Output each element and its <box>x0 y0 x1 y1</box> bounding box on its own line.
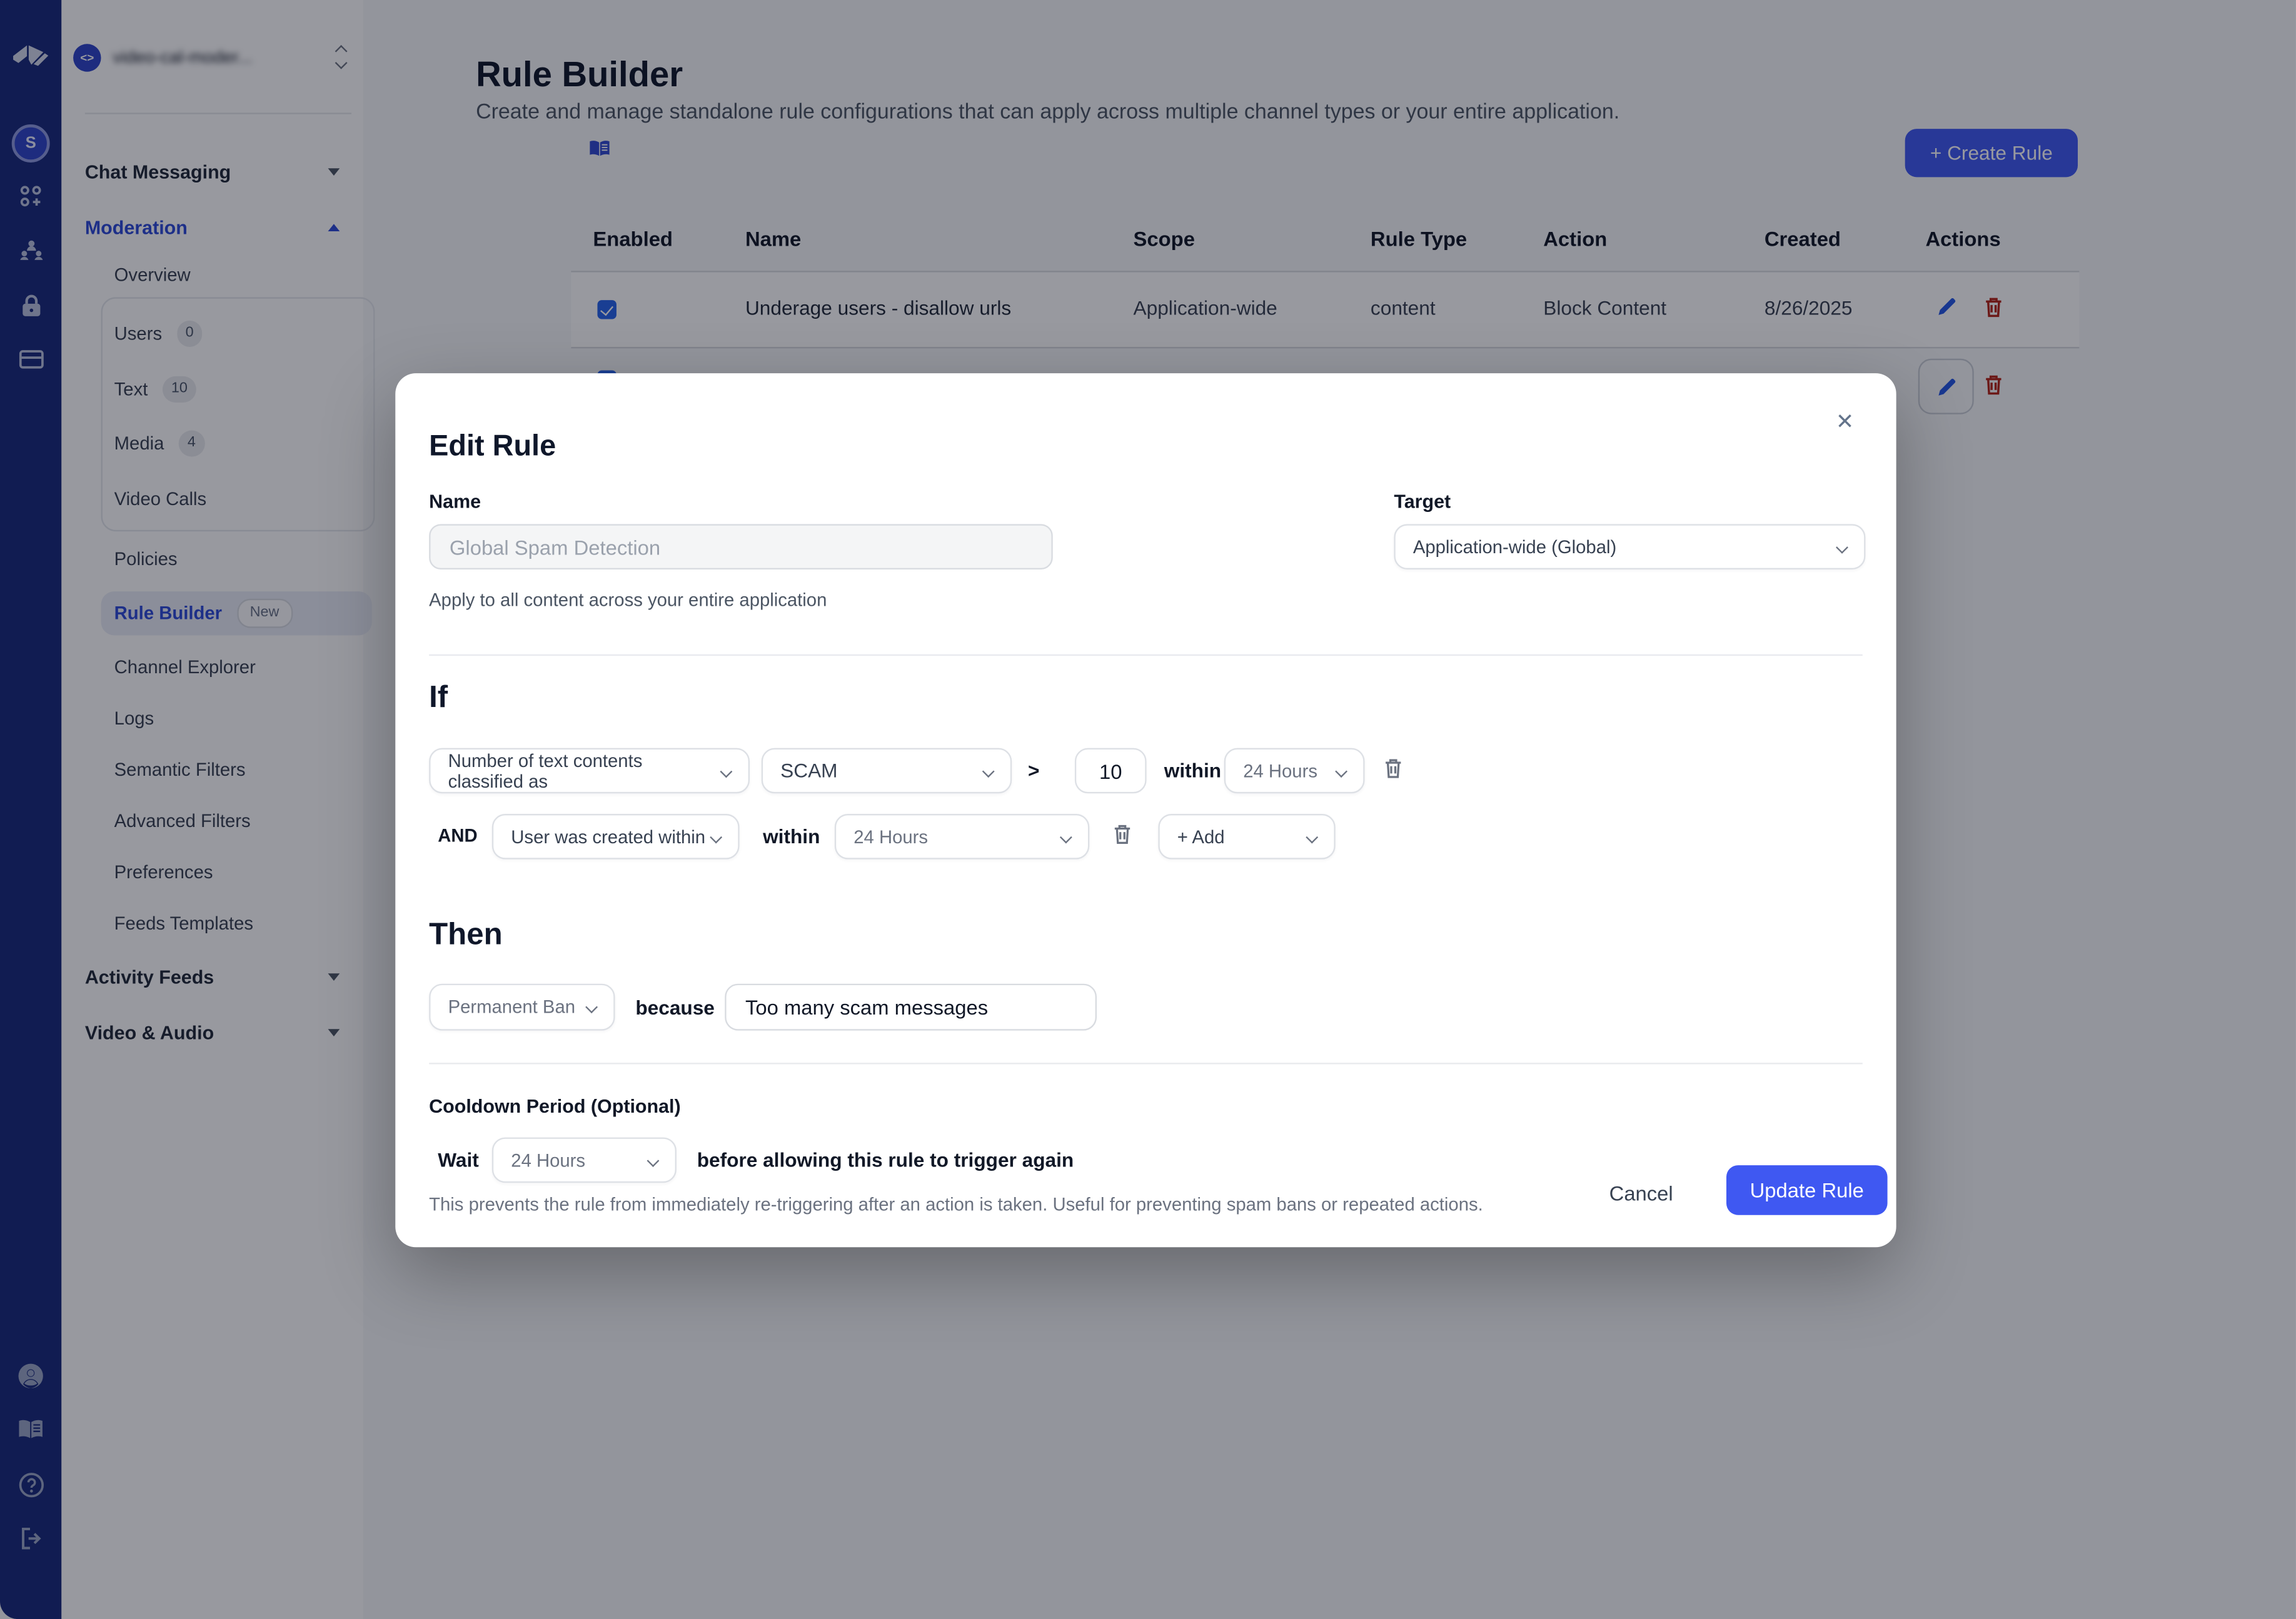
chevron-down-icon <box>647 1154 660 1166</box>
threshold-input[interactable] <box>1075 748 1147 794</box>
name-helper-text: Apply to all content across your entire … <box>429 590 827 611</box>
chevron-down-icon <box>1306 830 1318 843</box>
action-select[interactable]: Permanent Ban <box>429 984 615 1031</box>
remove-condition-icon-2[interactable] <box>1113 824 1132 845</box>
cooldown-label: Cooldown Period (Optional) <box>429 1095 680 1117</box>
remove-condition-icon[interactable] <box>1384 758 1402 779</box>
and-label: AND <box>438 826 477 846</box>
name-label: Name <box>429 491 481 513</box>
modal-divider <box>429 654 1863 656</box>
chevron-down-icon <box>585 1001 598 1013</box>
app-root: S <> video-cal-moder... <box>0 0 2296 1619</box>
edit-rule-modal: Edit Rule ✕ Name Apply to all content ac… <box>395 373 1896 1247</box>
cooldown-window-select[interactable]: 24 Hours <box>492 1138 677 1183</box>
if-heading: If <box>429 681 448 716</box>
chevron-down-icon <box>710 830 722 843</box>
add-condition-select[interactable]: + Add <box>1158 814 1335 860</box>
because-label: because <box>635 997 715 1019</box>
cooldown-suffix: before allowing this rule to trigger aga… <box>697 1149 1074 1171</box>
update-rule-button[interactable]: Update Rule <box>1726 1165 1888 1215</box>
modal-title: Edit Rule <box>429 430 556 464</box>
close-icon[interactable]: ✕ <box>1830 408 1860 438</box>
time-window-select[interactable]: 24 Hours <box>1224 748 1365 794</box>
classification-select[interactable]: SCAM <box>762 748 1012 794</box>
chevron-down-icon <box>982 764 995 777</box>
operator-label: > <box>1028 759 1039 781</box>
target-label: Target <box>1394 491 1451 513</box>
target-select[interactable]: Application-wide (Global) <box>1394 524 1865 569</box>
modal-divider <box>429 1063 1863 1064</box>
chevron-down-icon <box>1836 541 1848 553</box>
condition-field-select[interactable]: Number of text contents classified as <box>429 748 750 794</box>
rule-name-input[interactable] <box>429 524 1053 569</box>
reason-input[interactable] <box>725 984 1097 1031</box>
within-label-2: within <box>763 826 820 848</box>
chevron-down-icon <box>1335 764 1347 777</box>
within-label: within <box>1164 759 1221 781</box>
then-heading: Then <box>429 918 502 953</box>
cancel-button[interactable]: Cancel <box>1598 1175 1685 1210</box>
chevron-down-icon <box>1060 830 1072 843</box>
wait-label: Wait <box>438 1149 479 1171</box>
condition-field-select-2[interactable]: User was created within <box>492 814 740 860</box>
time-window-select-2[interactable]: 24 Hours <box>835 814 1089 860</box>
cooldown-helper: This prevents the rule from immediately … <box>429 1195 1483 1215</box>
